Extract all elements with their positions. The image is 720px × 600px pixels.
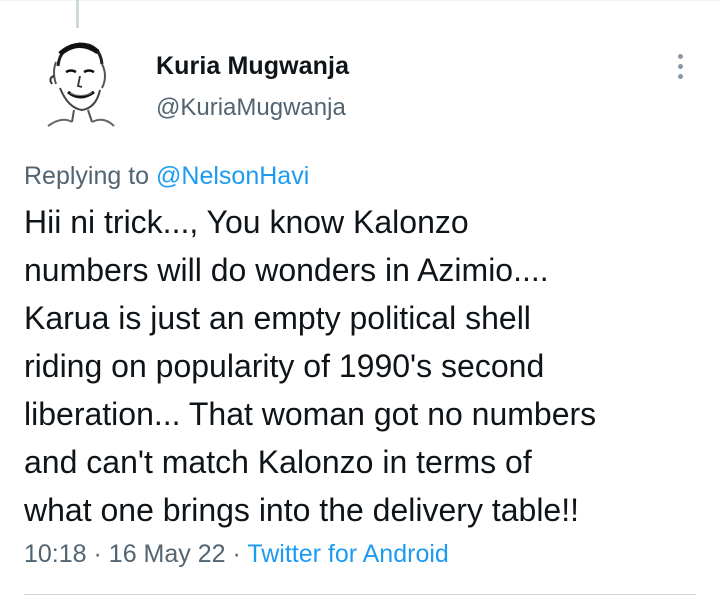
tweet-time[interactable]: 10:18 [24,540,87,568]
author-display-name[interactable]: Kuria Mugwanja [156,52,349,81]
reply-mention-link[interactable]: @NelsonHavi [156,162,309,190]
tweet-text-line: Karua is just an empty political shell [24,300,531,336]
replying-to-line: Replying to @NelsonHavi [24,162,309,191]
tweet-text-line: numbers will do wonders in Azimio.... [24,252,549,288]
meta-separator: · [232,540,241,568]
author-handle[interactable]: @KuriaMugwanja [156,94,346,122]
bottom-divider [24,594,696,595]
replying-prefix: Replying to [24,162,150,190]
more-vertical-icon-dot-3 [677,73,683,79]
tweet-text: Hii ni trick..., You know Kalonzo number… [24,198,714,534]
thread-connector-line [76,0,79,28]
tweet-text-line: what one brings into the delivery table!… [24,492,579,528]
tweet-metadata: 10:18 · 16 May 22 · Twitter for Android [24,540,449,569]
tweet-text-line: and can't match Kalonzo in terms of [24,444,532,480]
more-vertical-icon-dot-2 [677,63,683,69]
tweet-text-line: Hii ni trick..., You know Kalonzo [24,204,469,240]
avatar[interactable] [38,36,118,128]
tweet-date[interactable]: 16 May 22 [109,540,226,568]
top-divider [0,0,720,1]
tweet-text-line: liberation... That woman got no numbers [24,396,597,432]
meta-separator: · [93,540,102,568]
tweet-text-line: riding on popularity of 1990's second [24,348,545,384]
more-options-button[interactable] [666,48,694,84]
avatar-sketch-icon [47,42,115,127]
more-vertical-icon [677,53,683,59]
tweet-source-link[interactable]: Twitter for Android [247,540,448,568]
